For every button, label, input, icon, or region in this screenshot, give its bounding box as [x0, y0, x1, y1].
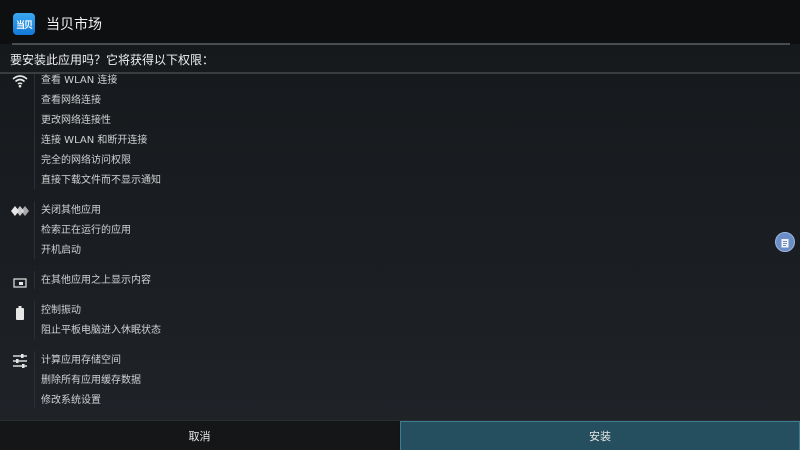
permission-item: 直接下载文件而不显示通知: [41, 175, 161, 186]
permission-item: 在其他应用之上显示内容: [41, 275, 151, 286]
permission-item: 阻止平板电脑进入休眠状态: [41, 325, 161, 336]
button-bar: 取消 安装: [0, 420, 800, 450]
install-button-label: 安装: [589, 430, 611, 443]
permission-item: 更改网络连接性: [41, 115, 111, 126]
app-icon: 当贝: [13, 13, 35, 35]
group-bar: [34, 351, 35, 409]
cancel-button[interactable]: 取消: [0, 421, 399, 450]
install-permission-screen: 当贝 当贝市场 要安装此应用吗？它将获得以下权限： 查看 WLAN 连接 查看网…: [0, 0, 800, 450]
app-icon-text: 当贝: [15, 20, 33, 31]
title-bar: 当贝 当贝市场: [0, 0, 800, 45]
title-divider: [12, 43, 790, 45]
group-bar: [34, 201, 35, 259]
clipboard-icon: [780, 233, 790, 252]
group-bar: [34, 301, 35, 339]
battery-icon: [10, 303, 30, 323]
floating-clipboard-button[interactable]: [775, 232, 795, 252]
install-button[interactable]: 安装: [400, 421, 800, 450]
permission-item: 修改系统设置: [41, 395, 101, 406]
permission-item: 检索正在运行的应用: [41, 225, 131, 236]
permission-item: 查看 WLAN 连接: [41, 75, 118, 86]
permission-item: 关闭其他应用: [41, 205, 101, 216]
permission-item: 连接 WLAN 和断开连接: [41, 135, 148, 146]
permission-item: 完全的网络访问权限: [41, 155, 131, 166]
permission-item: 查看网络连接: [41, 95, 101, 106]
permission-item: 计算应用存储空间: [41, 355, 121, 366]
apps-diamonds-icon: [10, 201, 30, 221]
sliders-icon: [10, 351, 30, 371]
group-bar: [34, 74, 35, 189]
group-bar: [34, 271, 35, 289]
permission-item: 控制振动: [41, 305, 81, 316]
app-title: 当贝市场: [46, 17, 102, 33]
cancel-button-label: 取消: [188, 430, 211, 443]
wifi-icon: [10, 74, 30, 91]
permission-list[interactable]: 查看 WLAN 连接 查看网络连接 更改网络连接性 连接 WLAN 和断开连接 …: [0, 74, 800, 420]
permission-item: 删除所有应用缓存数据: [41, 375, 141, 386]
permission-item: 开机启动: [41, 245, 81, 256]
install-question: 要安装此应用吗？它将获得以下权限：: [10, 53, 215, 67]
overlay-window-icon: [10, 273, 30, 293]
